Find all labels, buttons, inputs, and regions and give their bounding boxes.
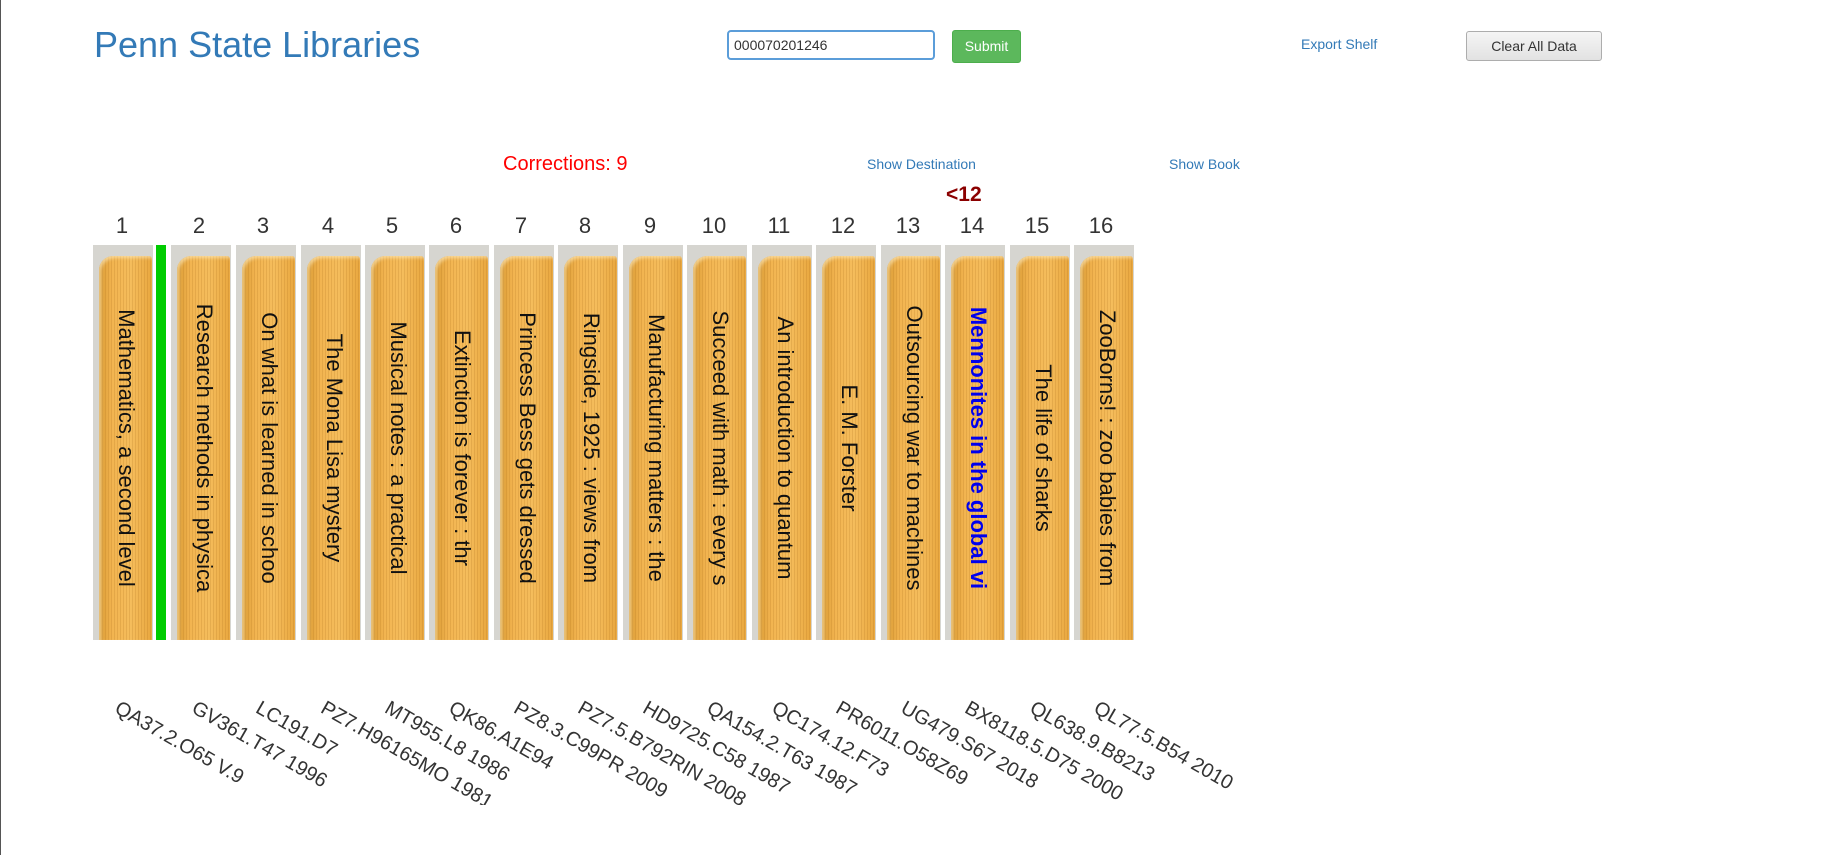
call-number-list: QA37.2.O65 V.9 GV361.T47 1996 LC191.D7 PZ7.… <box>1 0 1827 805</box>
call-number: QA37.2.O65 V.9 <box>111 697 248 789</box>
